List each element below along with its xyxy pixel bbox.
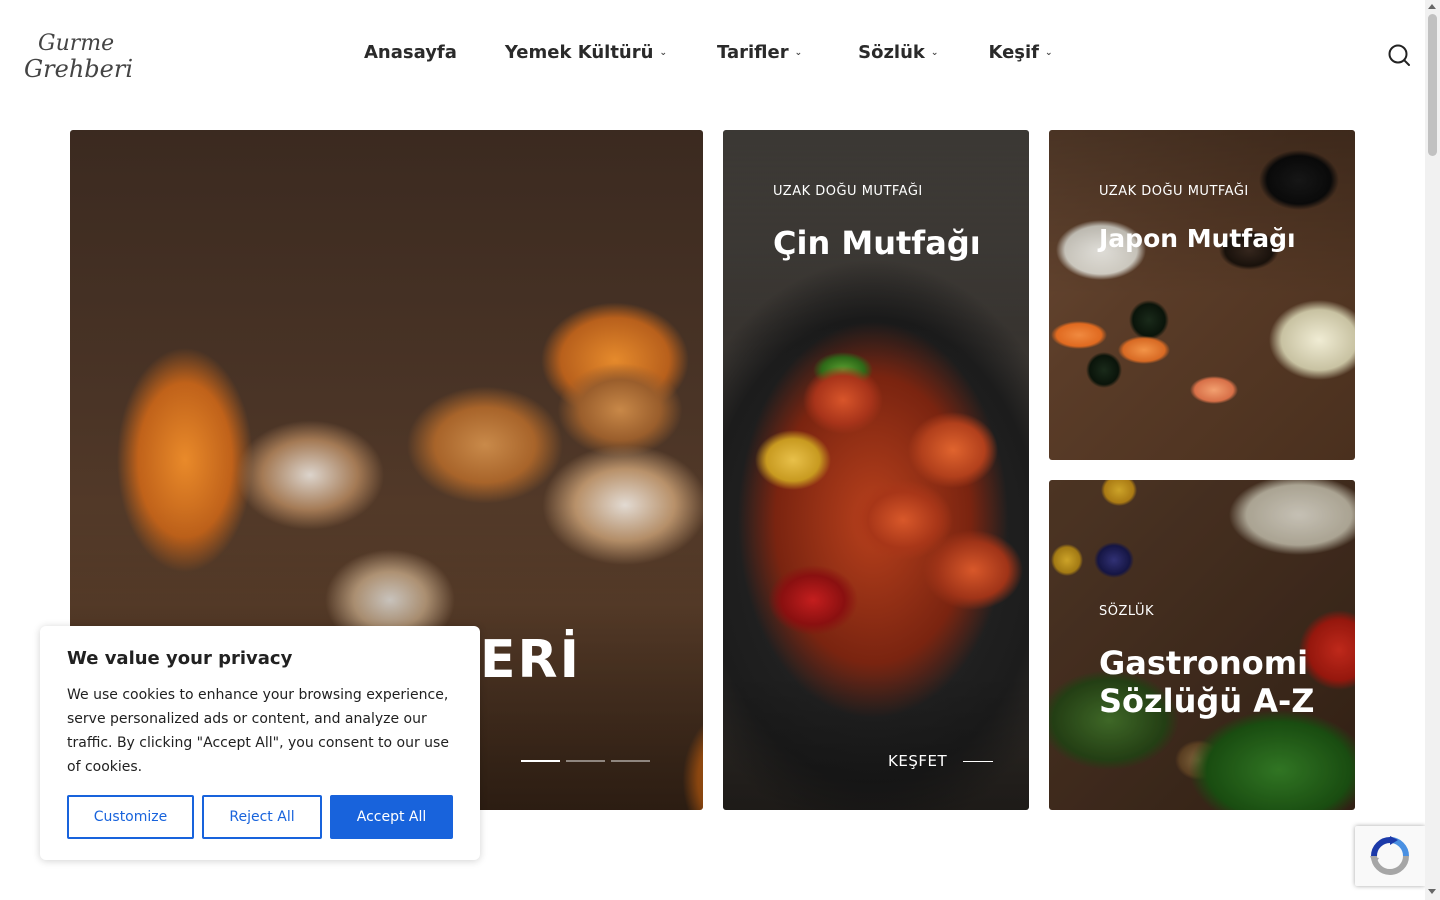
card-title[interactable]: Japon Mutfağı [1099,224,1296,253]
cookie-description: We use cookies to enhance your browsing … [67,687,449,775]
card-overlay [1049,130,1355,460]
card-title[interactable]: Çin Mutfağı [773,224,981,262]
site-logo[interactable]: Gurme Grehberi [16,22,166,92]
nav-item-yemek-kulturu[interactable]: Yemek Kültürü ⌄ [505,42,667,63]
nav-label: Yemek Kültürü [504,42,654,63]
nav-item-kesif[interactable]: Keşif ⌄ [988,42,1052,63]
nav-label: Sözlük [858,42,925,63]
slider-dot-3[interactable] [611,760,650,762]
logo-line1: Gurme [38,31,114,56]
cookie-title: We value your privacy [67,648,293,669]
chevron-down-icon: ⌄ [659,47,667,58]
search-icon [1388,44,1410,66]
page-scrollbar[interactable] [1425,0,1440,900]
scroll-down-arrow-icon[interactable] [1428,889,1436,894]
card-category[interactable]: UZAK DOĞU MUTFAĞI [1099,184,1249,199]
chevron-down-icon: ⌄ [1045,47,1053,58]
card-gastronomy-glossary[interactable]: SÖZLÜK Gastronomi Sözlüğü A-Z [1049,480,1355,810]
scroll-thumb[interactable] [1428,14,1437,156]
scroll-up-arrow-icon[interactable] [1428,4,1436,9]
nav-label: Anasayfa [364,42,457,63]
nav-item-sozluk[interactable]: Sözlük ⌄ [858,42,938,63]
slider-dot-1[interactable] [521,760,560,762]
chevron-down-icon: ⌄ [930,47,939,58]
card-japanese-cuisine[interactable]: UZAK DOĞU MUTFAĞI Japon Mutfağı [1049,130,1355,460]
cookie-consent-banner: We value your privacy We use cookies to … [40,626,480,860]
logo-line2: Grehberi [24,55,133,83]
explore-label: KEŞFET [888,752,948,770]
card-chinese-cuisine[interactable]: UZAK DOĞU MUTFAĞI Çin Mutfağı KEŞFET [723,130,1029,810]
recaptcha-icon [1370,836,1409,875]
explore-link[interactable]: KEŞFET [888,752,994,770]
chevron-down-icon: ⌄ [794,47,803,58]
search-button[interactable] [1386,42,1412,68]
card-title[interactable]: Gastronomi Sözlüğü A-Z [1099,644,1319,720]
reject-all-button[interactable]: Reject All [202,795,322,839]
arrow-line-icon [963,760,994,762]
site-header: Gurme Grehberi Anasayfa Yemek Kültürü ⌄ … [0,0,1425,110]
card-category[interactable]: SÖZLÜK [1099,604,1154,619]
main-nav: Anasayfa Yemek Kültürü ⌄ Tarifler ⌄ Sözl… [364,42,1053,63]
slider-dot-2[interactable] [566,760,605,762]
nav-label: Keşif [988,42,1039,63]
nav-item-tarifler[interactable]: Tarifler ⌄ [717,42,802,63]
slider-pagination [521,760,650,762]
nav-item-anasayfa[interactable]: Anasayfa [364,42,457,63]
card-category[interactable]: UZAK DOĞU MUTFAĞI [773,184,923,199]
recaptcha-badge[interactable] [1355,826,1425,886]
hero-slide-title[interactable]: ERİ [480,630,581,690]
logo-wordmark: Gurme Grehberi [24,31,133,83]
nav-label: Tarifler [717,42,789,63]
customize-button[interactable]: Customize [67,795,194,839]
accept-all-button[interactable]: Accept All [330,795,453,839]
